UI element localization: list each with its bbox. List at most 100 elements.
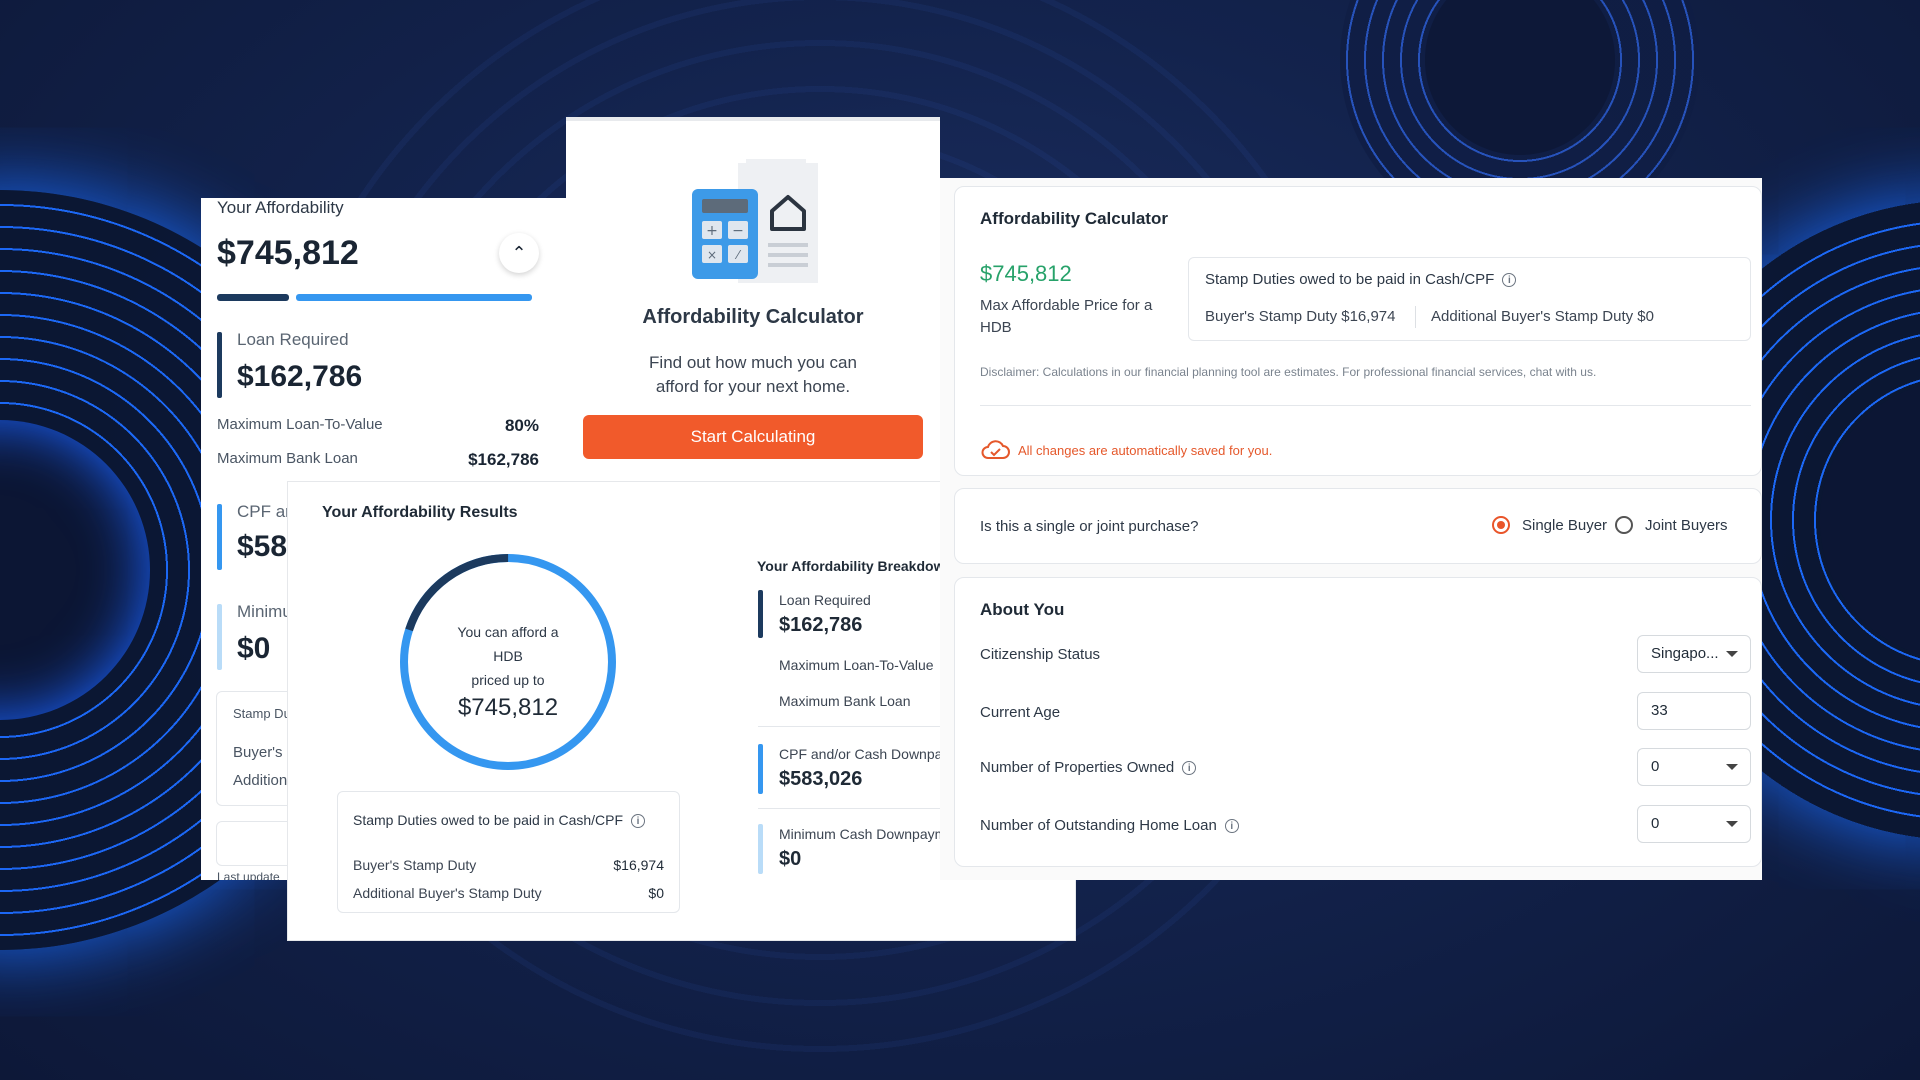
stamp-duties-summary-title-text: Stamp Duties owed to be paid in Cash/CPF — [1205, 271, 1495, 288]
svg-text:−: − — [732, 223, 744, 239]
max-price-value: $745,812 — [980, 261, 1072, 286]
stamp-duty-label: Stamp Du — [233, 706, 291, 721]
stamp-duties-summary: Stamp Duties owed to be paid in Cash/CPF… — [1188, 257, 1751, 341]
bk-min-indicator — [758, 824, 763, 874]
svg-text:×: × — [707, 248, 717, 262]
joint-buyers-radio[interactable]: Joint Buyers — [1615, 516, 1728, 534]
bank-loan-value: $162,786 — [468, 450, 539, 469]
bank-loan-label: Maximum Bank Loan — [217, 450, 358, 467]
info-icon[interactable]: i — [1502, 273, 1517, 288]
affordability-label: Your Affordability — [217, 198, 344, 217]
properties-owned-value: 0 — [1651, 758, 1660, 775]
ltv-label: Maximum Loan-To-Value — [217, 416, 383, 433]
citizenship-label: Citizenship Status — [980, 646, 1101, 663]
bk-cpf-indicator — [758, 744, 763, 794]
outstanding-loans-value: 0 — [1651, 815, 1660, 832]
chevron-down-icon — [1726, 764, 1738, 770]
absd-summary: Additional Buyer's Stamp Duty $0 — [1431, 308, 1654, 325]
single-buyer-label: Single Buyer — [1522, 516, 1608, 534]
stamp-duties-box: Stamp Duties owed to be paid in Cash/CPF… — [337, 791, 680, 913]
info-icon[interactable]: i — [631, 814, 646, 829]
autosave-notice: All changes are automatically saved for … — [980, 439, 1272, 461]
start-calculating-button[interactable]: Start Calculating — [583, 415, 923, 459]
progress-bar-loan — [217, 294, 289, 301]
radio-unselected-icon — [1615, 516, 1633, 534]
additional-stamp-label: Addition — [233, 772, 288, 789]
progress-bar-cpf — [296, 294, 532, 301]
calculator-intro-card: + − × ⁄ Affordability Calculator Find ou… — [566, 117, 940, 491]
purchase-question: Is this a single or joint purchase? — [980, 518, 1199, 535]
chevron-down-icon — [1726, 821, 1738, 827]
loan-required-value: $162,786 — [237, 360, 363, 393]
purchase-type-card: Is this a single or joint purchase? Sing… — [954, 488, 1762, 564]
about-you-title: About You — [980, 600, 1065, 619]
bsd-value: $16,974 — [613, 857, 664, 873]
bk-bank-loan-label: Maximum Bank Loan — [779, 693, 911, 709]
donut-line-1: You can afford a — [457, 624, 559, 640]
age-input[interactable]: 33 — [1637, 692, 1751, 730]
bk-cpf-value: $583,026 — [779, 768, 863, 790]
bk-loan-value: $162,786 — [779, 614, 863, 636]
properties-owned-label-text: Number of Properties Owned — [980, 759, 1175, 776]
bk-loan-indicator — [758, 590, 763, 638]
calculator-title: Affordability Calculator — [980, 209, 1168, 228]
info-icon[interactable]: i — [1224, 819, 1239, 834]
calculator-form-panel: Affordability Calculator $745,812 Max Af… — [940, 178, 1762, 880]
bsd-label: Buyer's Stamp Duty — [353, 857, 477, 873]
chevron-down-icon — [1726, 651, 1738, 657]
summary-separator — [1415, 306, 1416, 328]
radio-selected-icon — [1492, 516, 1510, 534]
calculator-summary-card: Affordability Calculator $745,812 Max Af… — [954, 186, 1762, 476]
collapse-button[interactable]: ⌃ — [499, 233, 539, 273]
min-cash-value: $0 — [237, 632, 271, 665]
properties-owned-label: Number of Properties Owned i — [980, 759, 1197, 776]
donut-caption: You can afford a HDB priced up to — [398, 620, 618, 692]
max-price-caption: Max Affordable Price for a HDB — [980, 297, 1153, 336]
svg-text:+: + — [706, 223, 718, 239]
citizenship-value: Singapo... — [1651, 645, 1719, 662]
absd-value: $0 — [648, 885, 664, 901]
age-value: 33 — [1651, 702, 1668, 719]
intro-title: Affordability Calculator — [642, 306, 864, 328]
cpf-value: $58 — [237, 530, 288, 563]
outstanding-loans-label: Number of Outstanding Home Loan i — [980, 817, 1239, 834]
absd-label: Additional Buyer's Stamp Duty — [353, 885, 542, 901]
summary-divider — [980, 405, 1751, 406]
stamp-duties-title: Stamp Duties owed to be paid in Cash/CPF… — [353, 812, 646, 829]
about-you-card: About You Citizenship Status Singapo... … — [954, 577, 1762, 867]
citizenship-select[interactable]: Singapo... — [1637, 635, 1751, 673]
joint-buyers-label: Joint Buyers — [1645, 516, 1728, 534]
bk-min-value: $0 — [779, 848, 802, 870]
stamp-duties-summary-title: Stamp Duties owed to be paid in Cash/CPF… — [1205, 271, 1517, 288]
properties-owned-select[interactable]: 0 — [1637, 748, 1751, 786]
autosave-text: All changes are automatically saved for … — [1018, 442, 1273, 458]
last-update-label: Last update — [217, 870, 280, 880]
donut-line-2: HDB — [493, 648, 523, 664]
affordability-amount: $745,812 — [217, 234, 359, 272]
min-cash-label: Minimu — [237, 602, 292, 621]
donut-value: $745,812 — [457, 694, 559, 721]
calculator-illustration-icon: + − × ⁄ — [692, 159, 818, 283]
info-icon[interactable]: i — [1182, 761, 1197, 776]
intro-description: Find out how much you can afford for you… — [649, 353, 857, 396]
outstanding-loans-label-text: Number of Outstanding Home Loan — [980, 817, 1217, 834]
ltv-value: 80% — [504, 416, 539, 435]
bk-loan-label: Loan Required — [779, 592, 871, 608]
breakdown-title: Your Affordability Breakdown — [757, 558, 954, 574]
bsd-summary: Buyer's Stamp Duty $16,974 — [1205, 308, 1396, 325]
single-buyer-radio[interactable]: Single Buyer — [1492, 516, 1607, 534]
results-title: Your Affordability Results — [322, 504, 518, 521]
cpf-label: CPF ar — [237, 502, 291, 521]
cpf-indicator — [217, 504, 222, 570]
bk-min-label: Minimum Cash Downpayment — [779, 826, 966, 842]
stamp-duties-title-text: Stamp Duties owed to be paid in Cash/CPF — [353, 812, 624, 828]
min-cash-indicator — [217, 604, 222, 670]
donut-line-3: priced up to — [471, 672, 545, 688]
loan-required-label: Loan Required — [237, 330, 349, 349]
outstanding-loans-select[interactable]: 0 — [1637, 805, 1751, 843]
buyer-stamp-label: Buyer's — [233, 744, 283, 761]
bk-ltv-label: Maximum Loan-To-Value — [779, 657, 934, 673]
chevron-up-icon: ⌃ — [511, 242, 527, 263]
age-label: Current Age — [980, 704, 1061, 721]
cloud-check-icon — [981, 440, 1010, 459]
